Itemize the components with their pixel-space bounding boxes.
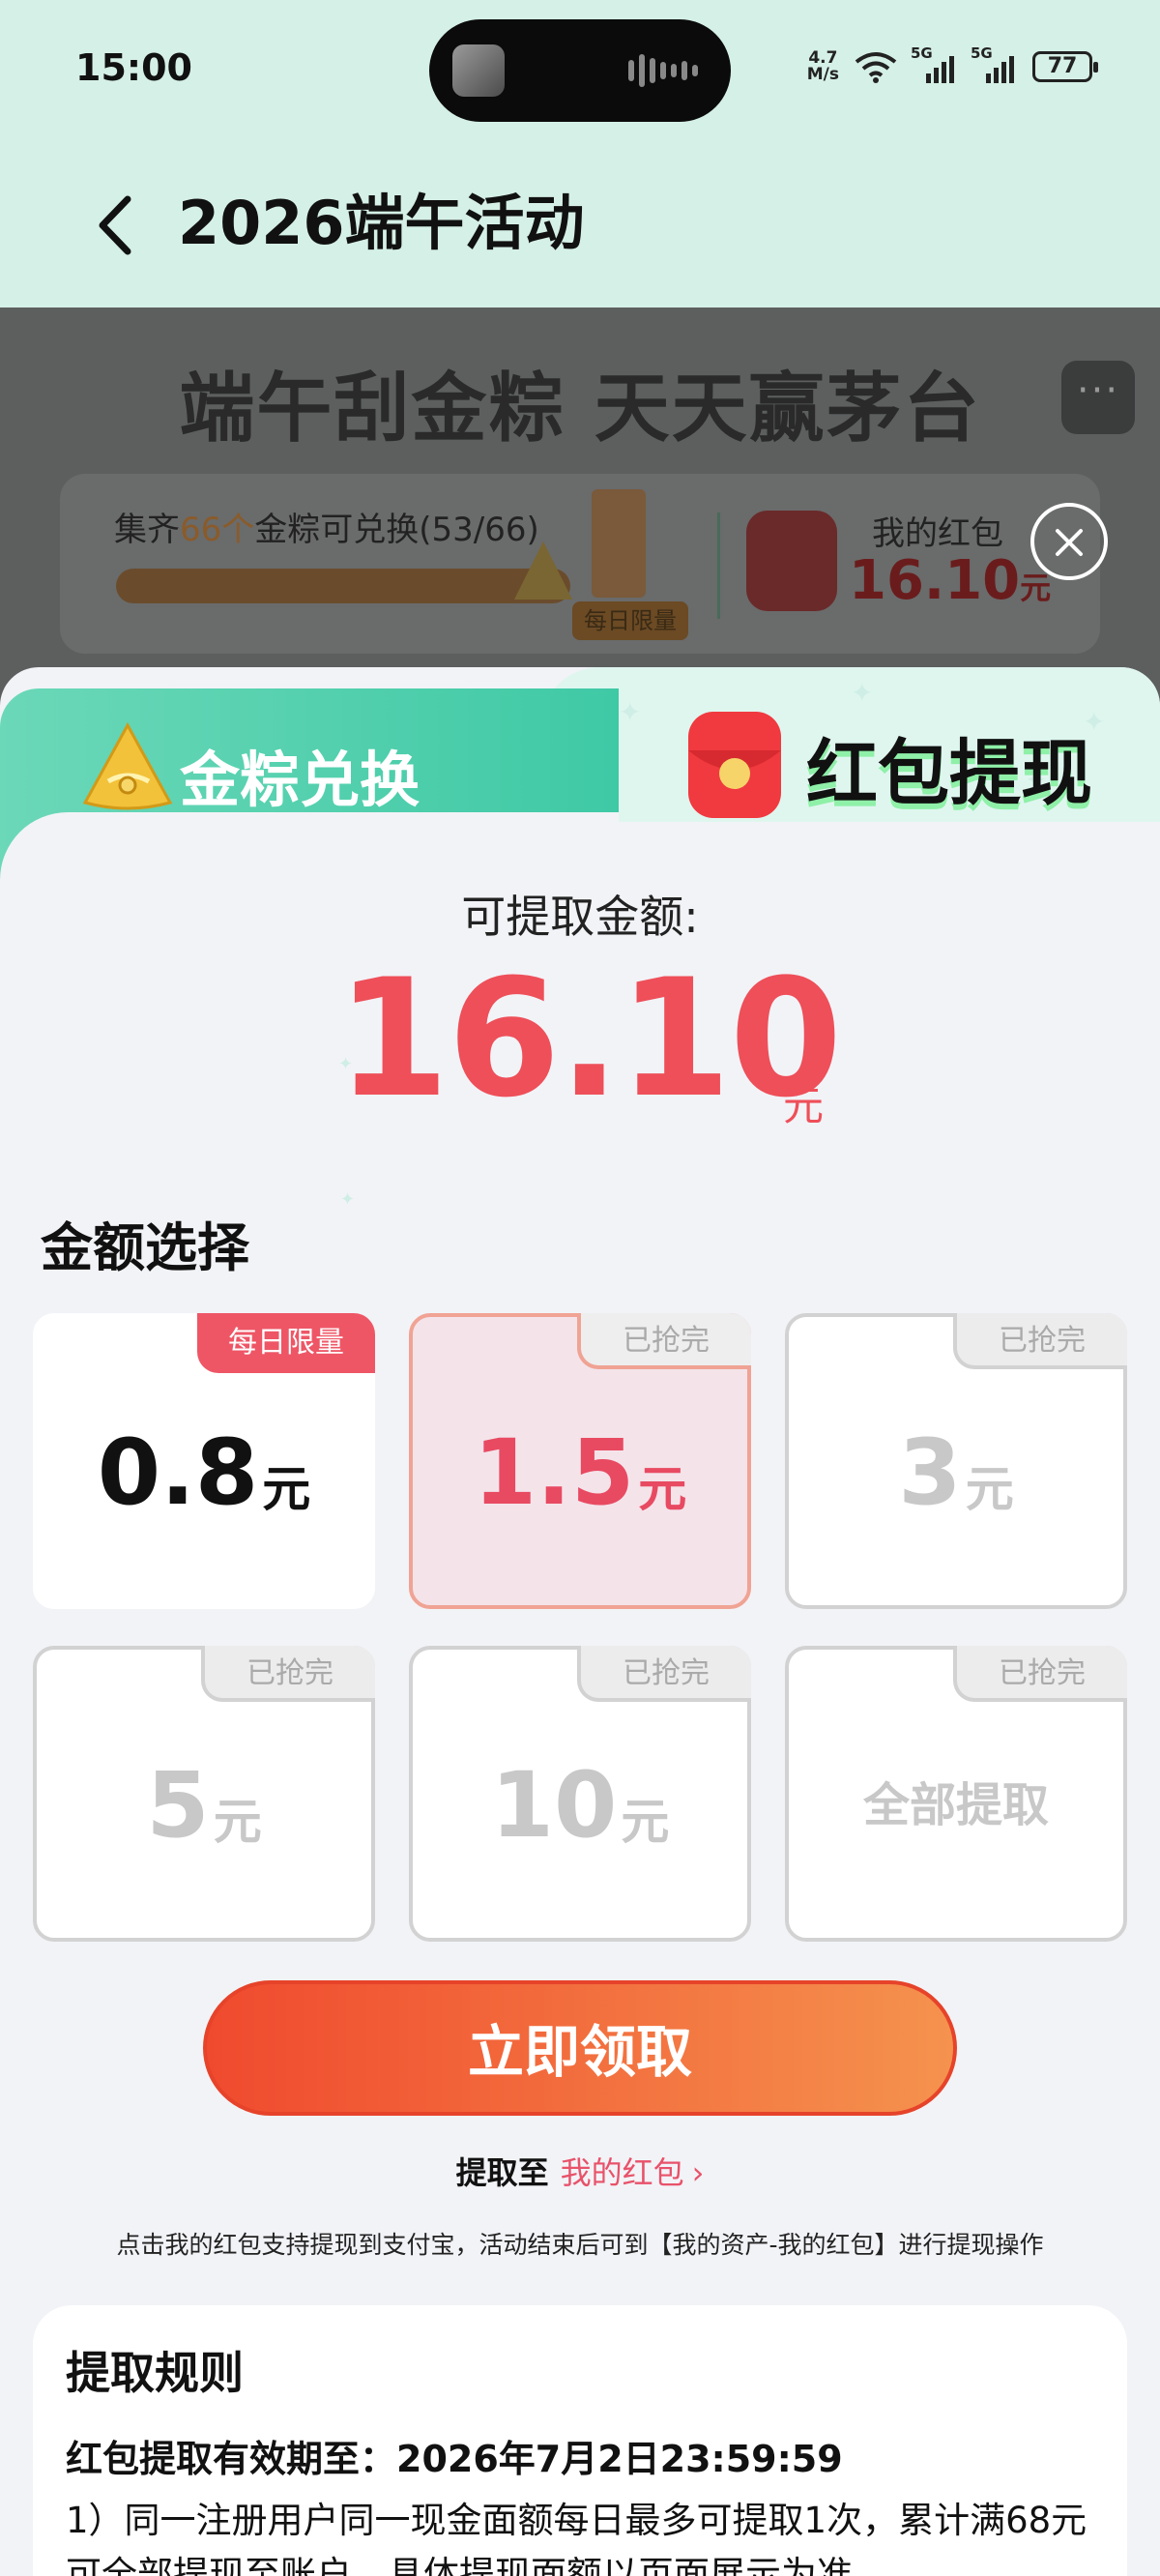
option-unit: 元 xyxy=(262,1461,311,1517)
amount-option[interactable]: 已抢完 10 元 xyxy=(409,1646,751,1942)
withdraw-tip: 点击我的红包支持提现到支付宝，活动结束后可到【我的资产-我的红包】进行提现操作 xyxy=(116,2231,1044,2259)
page-title: 2026端午活动 xyxy=(178,188,585,258)
option-number: 5 xyxy=(146,1752,210,1859)
my-redpack-link[interactable]: 我的红包 xyxy=(561,2154,684,2191)
rules-card: 提取规则 红包提取有效期至：2026年7月2日23:59:59 1）同一注册用户… xyxy=(33,2305,1127,2576)
tab-exchange-label[interactable]: 金粽兑换 xyxy=(180,731,420,818)
event-headline: 端午刮金粽 天天赢茅台 xyxy=(179,366,981,453)
option-number: 0.8 xyxy=(97,1420,259,1526)
collect-prefix: 集齐 xyxy=(114,511,180,549)
net-speed-unit: M/s xyxy=(806,65,839,84)
red-envelope-icon xyxy=(746,511,837,611)
progress-bar xyxy=(116,569,570,603)
option-unit: 元 xyxy=(965,1461,1014,1517)
progress-card: 集齐66个金粽可兑换(53/66) 每日限量 我的红包 16.10元 xyxy=(60,474,1100,654)
sparkle-icon: ✦ xyxy=(619,696,642,728)
option-unit: 元 xyxy=(638,1461,687,1517)
daily-limit-badge: 每日限量 xyxy=(572,601,688,640)
nav-bar: 2026端午活动 xyxy=(0,145,1160,307)
option-value: 0.8 元 xyxy=(37,1317,371,1605)
status-bar: 15:00 4.7 M/s 5G 5G 77 xyxy=(0,0,1160,145)
option-number: 3 xyxy=(898,1420,962,1526)
audio-wave-icon xyxy=(628,54,702,87)
net-speed: 4.7 M/s xyxy=(807,50,839,83)
available-unit: 元 xyxy=(783,1082,825,1129)
option-number: 1.5 xyxy=(473,1420,635,1526)
signal-label: 5G xyxy=(971,44,993,62)
option-value: 1.5 元 xyxy=(413,1317,747,1605)
my-redpack-amount: 16.10元 xyxy=(849,549,1051,612)
option-value: 3元 xyxy=(789,1317,1123,1605)
divider xyxy=(717,512,720,619)
option-unit: 元 xyxy=(213,1794,262,1850)
withdraw-to-label: 提取至 xyxy=(455,2154,549,2191)
chevron-right-icon[interactable]: › xyxy=(692,2154,705,2191)
dynamic-island[interactable] xyxy=(429,19,731,122)
back-arrow-icon[interactable] xyxy=(93,191,141,259)
available-label: 可提取金额: xyxy=(461,891,699,943)
tab-withdraw-label[interactable]: 红包提现 xyxy=(806,716,1092,819)
liquor-bottle-icon xyxy=(592,489,646,598)
signal-label: 5G xyxy=(911,44,933,62)
wifi-icon xyxy=(855,52,897,83)
amount-option[interactable]: 已抢完 3元 xyxy=(785,1313,1127,1609)
collect-suffix: 金粽可兑换(53/66) xyxy=(254,511,539,549)
my-redpack-value: 16.10 xyxy=(849,549,1021,612)
media-thumbnail xyxy=(452,44,505,97)
status-time: 15:00 xyxy=(75,46,192,89)
amount-option[interactable]: 已抢完 全部提取 xyxy=(785,1646,1127,1942)
amount-option[interactable]: 已抢完 1.5 元 xyxy=(409,1313,751,1609)
amount-option[interactable]: 每日限量 0.8 元 xyxy=(33,1313,375,1609)
option-value: 全部提取 xyxy=(789,1650,1123,1938)
option-number: 10 xyxy=(490,1752,618,1859)
battery-icon: 77 xyxy=(1032,51,1098,82)
sparkle-icon: ✦ xyxy=(340,1189,356,1210)
more-icon[interactable]: ··· xyxy=(1061,361,1135,434)
collect-progress-text: 集齐66个金粽可兑换(53/66) xyxy=(114,503,539,550)
sparkle-icon: ✦ xyxy=(851,677,874,709)
sparkle-icon: ✦ xyxy=(338,1054,354,1074)
my-redpack-unit: 元 xyxy=(1020,570,1052,606)
rules-deadline: 红包提取有效期至：2026年7月2日23:59:59 xyxy=(66,2438,843,2480)
rules-title: 提取规则 xyxy=(66,2347,244,2399)
collect-count: 66个 xyxy=(180,511,255,549)
amount-option[interactable]: 已抢完 5元 xyxy=(33,1646,375,1942)
my-redpack-label: 我的红包 xyxy=(872,514,1003,553)
amount-section-title: 金额选择 xyxy=(41,1217,249,1278)
option-value: 10 元 xyxy=(413,1650,747,1938)
option-unit: 元 xyxy=(621,1794,670,1850)
option-all-text: 全部提取 xyxy=(862,1778,1049,1832)
close-icon[interactable] xyxy=(1030,503,1108,580)
golden-zongzi-icon xyxy=(82,721,173,810)
available-amount: 16.10 xyxy=(336,944,842,1133)
status-icons: 4.7 M/s 5G 5G 77 xyxy=(807,44,1098,89)
cellular-signal-icon: 5G xyxy=(971,44,1017,83)
withdraw-sheet: ✦ ✦ ✦ ✦ 金粽兑换 红包提现 可提取金额: 16.10 元 ✦ ✦ 金额选… xyxy=(0,667,1160,2576)
rules-item: 1）同一注册用户同一现金面额每日最多可提取1次，累计满68元可全部提现至账户，具… xyxy=(66,2500,1088,2576)
cellular-signal-icon: 5G xyxy=(911,44,957,83)
withdraw-destination: 提取至 我的红包 › xyxy=(0,2149,1160,2193)
option-value: 5元 xyxy=(37,1650,371,1938)
claim-button[interactable]: 立即领取 xyxy=(203,1980,957,2116)
zongzi-icon xyxy=(514,542,572,600)
red-envelope-icon xyxy=(688,712,781,818)
